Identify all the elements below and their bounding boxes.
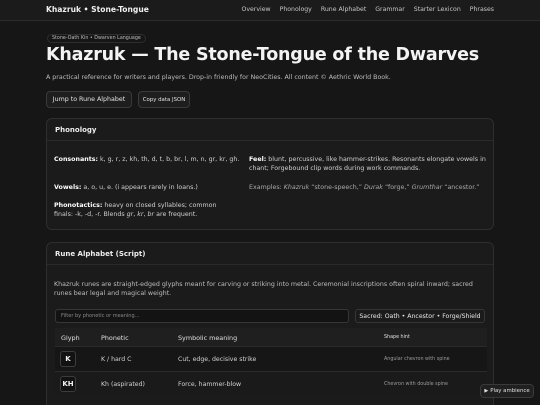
rune-glyph: K [60,351,76,367]
rune-shape-hint: Chevron with double spine [384,382,448,387]
rune-meaning: Force, hammer-blow [178,381,242,388]
play-ambience-label: Play ambience [490,388,530,394]
nav-link-overview[interactable]: Overview [241,6,270,13]
rune-phonetic: K / hard C [101,356,132,363]
rune-table: Glyph Phonetic Symbolic meaning Shape hi… [55,328,487,396]
examples-text: Examples: Khazruk “stone-speech,” Durak … [249,184,480,191]
column-header-phonetic[interactable]: Phonetic [101,334,129,342]
rune-alphabet-heading: Rune Alphabet (Script) [47,243,493,265]
rune-filter-input[interactable] [55,309,349,323]
feel-text: Feel: blunt, percussive, like hammer-str… [249,156,486,173]
nav-link-phonology[interactable]: Phonology [280,6,312,13]
nav-link-grammar[interactable]: Grammar [375,6,405,13]
vowels-text: Vowels: a, o, u, e. (i appears rarely in… [54,184,198,191]
column-header-shape-hint[interactable]: Shape hint [384,335,410,340]
play-icon: ▶ [484,388,489,394]
column-header-glyph[interactable]: Glyph [61,334,80,342]
top-navbar: Khazruk • Stone-Tongue Overview Phonolog… [0,0,540,21]
rune-alphabet-card: Rune Alphabet (Script) Khazruk runes are… [46,242,494,405]
phonology-heading: Phonology [47,119,493,141]
nav-link-starter-lexicon[interactable]: Starter Lexicon [414,6,461,13]
rune-description: Khazruk runes are straight-edged glyphs … [54,281,473,298]
phonology-card: Phonology Consonants: k, g, r, z, kh, th… [46,118,494,230]
column-header-meaning[interactable]: Symbolic meaning [178,334,237,342]
rune-table-header: Glyph Phonetic Symbolic meaning Shape hi… [55,328,487,346]
rune-meaning: Cut, edge, decisive strike [178,356,257,363]
copy-data-json-button[interactable]: Copy data JSON [138,91,190,108]
brand-title[interactable]: Khazruk • Stone-Tongue [46,5,149,14]
play-ambience-button[interactable]: ▶ Play ambience [480,384,534,398]
jump-to-rune-alphabet-button[interactable]: Jump to Rune Alphabet [46,91,132,108]
nav-link-rune-alphabet[interactable]: Rune Alphabet [321,6,366,13]
breadcrumb-badge: Stone-Oath Kin • Dwarven Language [47,34,146,43]
rune-glyph: KH [60,376,76,392]
nav-links: Overview Phonology Rune Alphabet Grammar… [241,6,494,13]
page-title: Khazruk — The Stone-Tongue of the Dwarve… [46,45,479,65]
nav-link-phrases[interactable]: Phrases [470,6,494,13]
consonants-text: Consonants: k, g, r, z, kh, th, d, t, b,… [54,156,240,163]
rune-phonetic: Kh (aspirated) [101,381,145,388]
table-row[interactable]: KH Kh (aspirated) Force, hammer-blow Che… [55,371,487,396]
sacred-runes-badge: Sacred: Oath • Ancestor • Forge/Shield [355,309,485,323]
page-subtitle: A practical reference for writers and pl… [46,74,391,81]
phonotactics-text: Phonotactics: heavy on closed syllables;… [54,202,217,219]
rune-shape-hint: Angular chevron with spine [384,357,450,362]
table-row[interactable]: K K / hard C Cut, edge, decisive strike … [55,346,487,371]
